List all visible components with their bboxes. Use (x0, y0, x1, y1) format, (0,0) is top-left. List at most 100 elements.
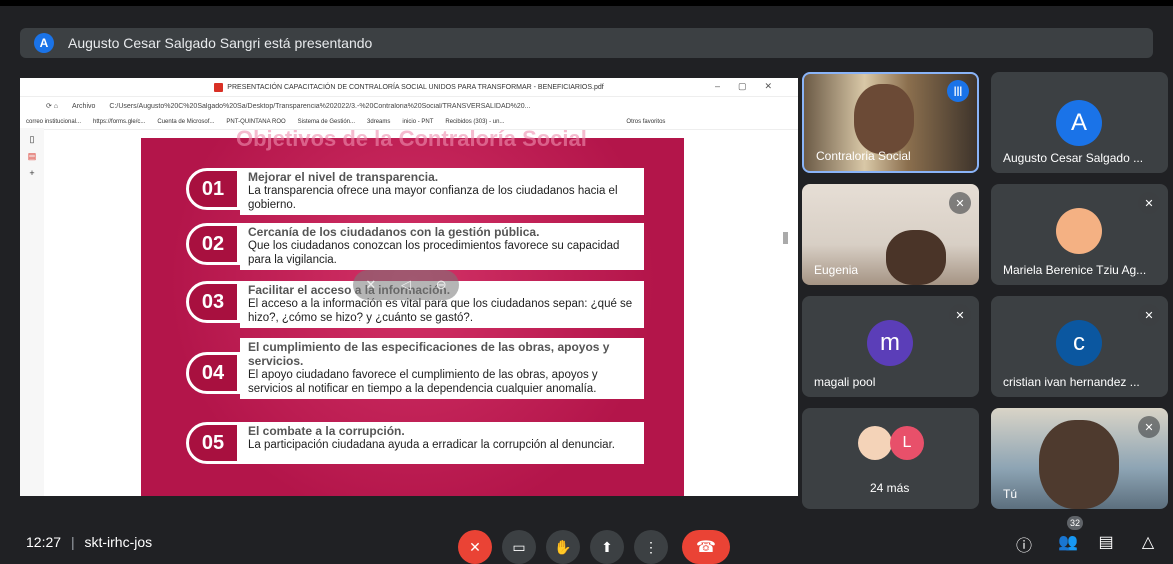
participant-name: magali pool (814, 375, 876, 389)
meeting-time-code: 12:27 | skt-irhc-jos (26, 534, 152, 550)
presenter-avatar: A (34, 33, 54, 53)
plus-icon: + (29, 168, 35, 178)
address-url: C:/Users/Augusto%20C%20Salgado%20Sa/Desk… (109, 102, 531, 110)
participant-tile[interactable]: A Augusto Cesar Salgado ... (991, 72, 1168, 173)
objective-number: 05 (186, 422, 240, 464)
objective-heading: El cumplimiento de las especificaciones … (248, 340, 610, 368)
participant-video (1039, 420, 1119, 509)
activities-icon[interactable]: △ (1136, 532, 1160, 552)
presentation-overlay-controls[interactable]: ✕ ◁ ⊖ (353, 270, 459, 300)
participant-tile[interactable]: ||| Contraloria Social (802, 72, 979, 173)
objective-body: Que los ciudadanos conozcan los procedim… (248, 240, 620, 266)
participant-name: Tú (1003, 487, 1018, 501)
present-button[interactable]: ⬆ (590, 530, 624, 564)
objective-item: 01 Mejorar el nivel de transparencia. La… (186, 168, 644, 215)
self-tile[interactable]: ✕ Tú (991, 408, 1168, 509)
presenting-banner: A Augusto Cesar Salgado Sangri está pres… (20, 28, 1153, 58)
participant-avatar: c (1056, 320, 1102, 366)
participant-name: Contraloria Social (816, 149, 911, 163)
objective-heading: Cercanía de los ciudadanos con la gestió… (248, 225, 540, 239)
more-options-button[interactable]: ⋮ (634, 530, 668, 564)
objective-body: La transparencia ofrece una mayor confia… (248, 185, 618, 211)
bookmark-icon: ▤ (27, 151, 37, 161)
mic-off-icon: ✕ (949, 304, 971, 326)
objective-number: 01 (186, 168, 240, 210)
volume-off-icon[interactable]: ◁ (401, 277, 411, 293)
mic-off-icon[interactable]: ✕ (365, 277, 376, 293)
bookmark: Recibidos (303) - un... (445, 119, 505, 125)
scrollbar-thumb[interactable] (783, 232, 788, 244)
reload-icon: ⟳ ⌂ (46, 103, 59, 110)
participant-video (886, 230, 946, 285)
others-count: 24 más (870, 481, 910, 495)
info-icon[interactable]: ⓘ (1012, 532, 1036, 556)
participant-name: Mariela Berenice Tziu Ag... (1003, 263, 1147, 277)
bottom-bar: 12:27 | skt-irhc-jos ✕ ▭ ✋ ⬆ ⋮ ☎ ⓘ 👥 ▤ △ (0, 519, 1173, 564)
people-icon[interactable]: 👥 (1056, 532, 1080, 552)
participant-tile[interactable]: c ✕ cristian ivan hernandez ... (991, 296, 1168, 397)
objective-item: 04 El cumplimiento de las especificacion… (186, 338, 644, 399)
camera-icon: ▭ (512, 538, 526, 555)
bookmark: 3dreams (367, 119, 391, 125)
minimize-icon[interactable]: ⊖ (436, 277, 447, 293)
hand-icon: ✋ (554, 538, 572, 555)
present-icon: ⬆ (601, 538, 613, 555)
participant-tile[interactable]: ✕ Eugenia (802, 184, 979, 285)
participant-name: Augusto Cesar Salgado ... (1003, 151, 1144, 165)
bookmark: PNT-QUINTANA ROO (226, 119, 286, 125)
objective-number: 02 (186, 223, 240, 265)
mic-off-icon: ✕ (1138, 416, 1160, 438)
raise-hand-button[interactable]: ✋ (546, 530, 580, 564)
mic-off-icon: ✕ (1138, 304, 1160, 326)
top-strip (0, 0, 1173, 6)
page-icon: ▯ (29, 134, 35, 144)
objective-heading: El combate a la corrupción. (248, 424, 405, 438)
participant-name: cristian ivan hernandez ... (1003, 375, 1140, 389)
mic-off-icon: ✕ (469, 538, 481, 555)
objective-heading: Mejorar el nivel de transparencia. (248, 170, 439, 184)
mic-off-icon: ✕ (1138, 192, 1160, 214)
participant-avatar: L (890, 426, 924, 460)
objective-item: 05 El combate a la corrupción. La partic… (186, 422, 644, 464)
participant-tile[interactable]: m ✕ magali pool (802, 296, 979, 397)
participant-avatar: A (1056, 100, 1102, 146)
objective-item: 02 Cercanía de los ciudadanos con la ges… (186, 223, 644, 270)
pdf-sidebar: ▯ ▤ + (20, 128, 44, 496)
chat-icon[interactable]: ▤ (1094, 532, 1118, 552)
bookmark: Sistema de Gestión... (297, 119, 356, 125)
participant-photo (1056, 208, 1102, 254)
participant-name: Eugenia (814, 263, 859, 277)
bookmark: correo institucional... (26, 119, 82, 125)
others-tile[interactable]: L 24 más (802, 408, 979, 509)
shared-screen: PRESENTACIÓN CAPACITACIÓN DE CONTRALORÍA… (20, 78, 798, 496)
separator: | (70, 534, 75, 550)
mic-toggle-button[interactable]: ✕ (458, 530, 492, 564)
leave-call-button[interactable]: ☎ (682, 530, 730, 564)
more-icon: ⋮ (644, 538, 658, 555)
participant-count-badge: 32 (1067, 516, 1083, 530)
objective-body: El apoyo ciudadano favorece el cumplimie… (248, 369, 598, 395)
speaking-indicator-icon: ||| (947, 80, 969, 102)
participant-tile[interactable]: ✕ Mariela Berenice Tziu Ag... (991, 184, 1168, 285)
camera-toggle-button[interactable]: ▭ (502, 530, 536, 564)
window-controls: –▢✕ (714, 81, 790, 91)
address-bar: ⟳ ⌂ Archivo C:/Users/Augusto%20C%20Salga… (20, 97, 798, 115)
objective-body: La participación ciudadana ayuda a errad… (248, 439, 615, 451)
bookmark: Cuenta de Microsof... (157, 119, 215, 125)
hangup-icon: ☎ (696, 539, 716, 556)
mic-off-icon: ✕ (949, 192, 971, 214)
meeting-code: skt-irhc-jos (84, 534, 153, 550)
pdf-icon (214, 82, 224, 92)
objective-number: 04 (186, 352, 240, 394)
address-prefix: Archivo (72, 102, 96, 110)
participant-photo (858, 426, 892, 460)
objective-body: El acceso a la información es vital para… (248, 298, 633, 324)
clock-time: 12:27 (26, 534, 62, 550)
bookmark-folder: Otros favoritos (626, 119, 666, 125)
browser-title: PRESENTACIÓN CAPACITACIÓN DE CONTRALORÍA… (227, 83, 604, 91)
slide: Objetivos de la Contraloría Social 01 Me… (141, 126, 684, 496)
browser-titlebar: PRESENTACIÓN CAPACITACIÓN DE CONTRALORÍA… (20, 78, 798, 97)
bookmark: https://forms.gle/c... (93, 119, 146, 125)
participant-video (854, 84, 914, 154)
presenting-text: Augusto Cesar Salgado Sangri está presen… (68, 35, 373, 51)
